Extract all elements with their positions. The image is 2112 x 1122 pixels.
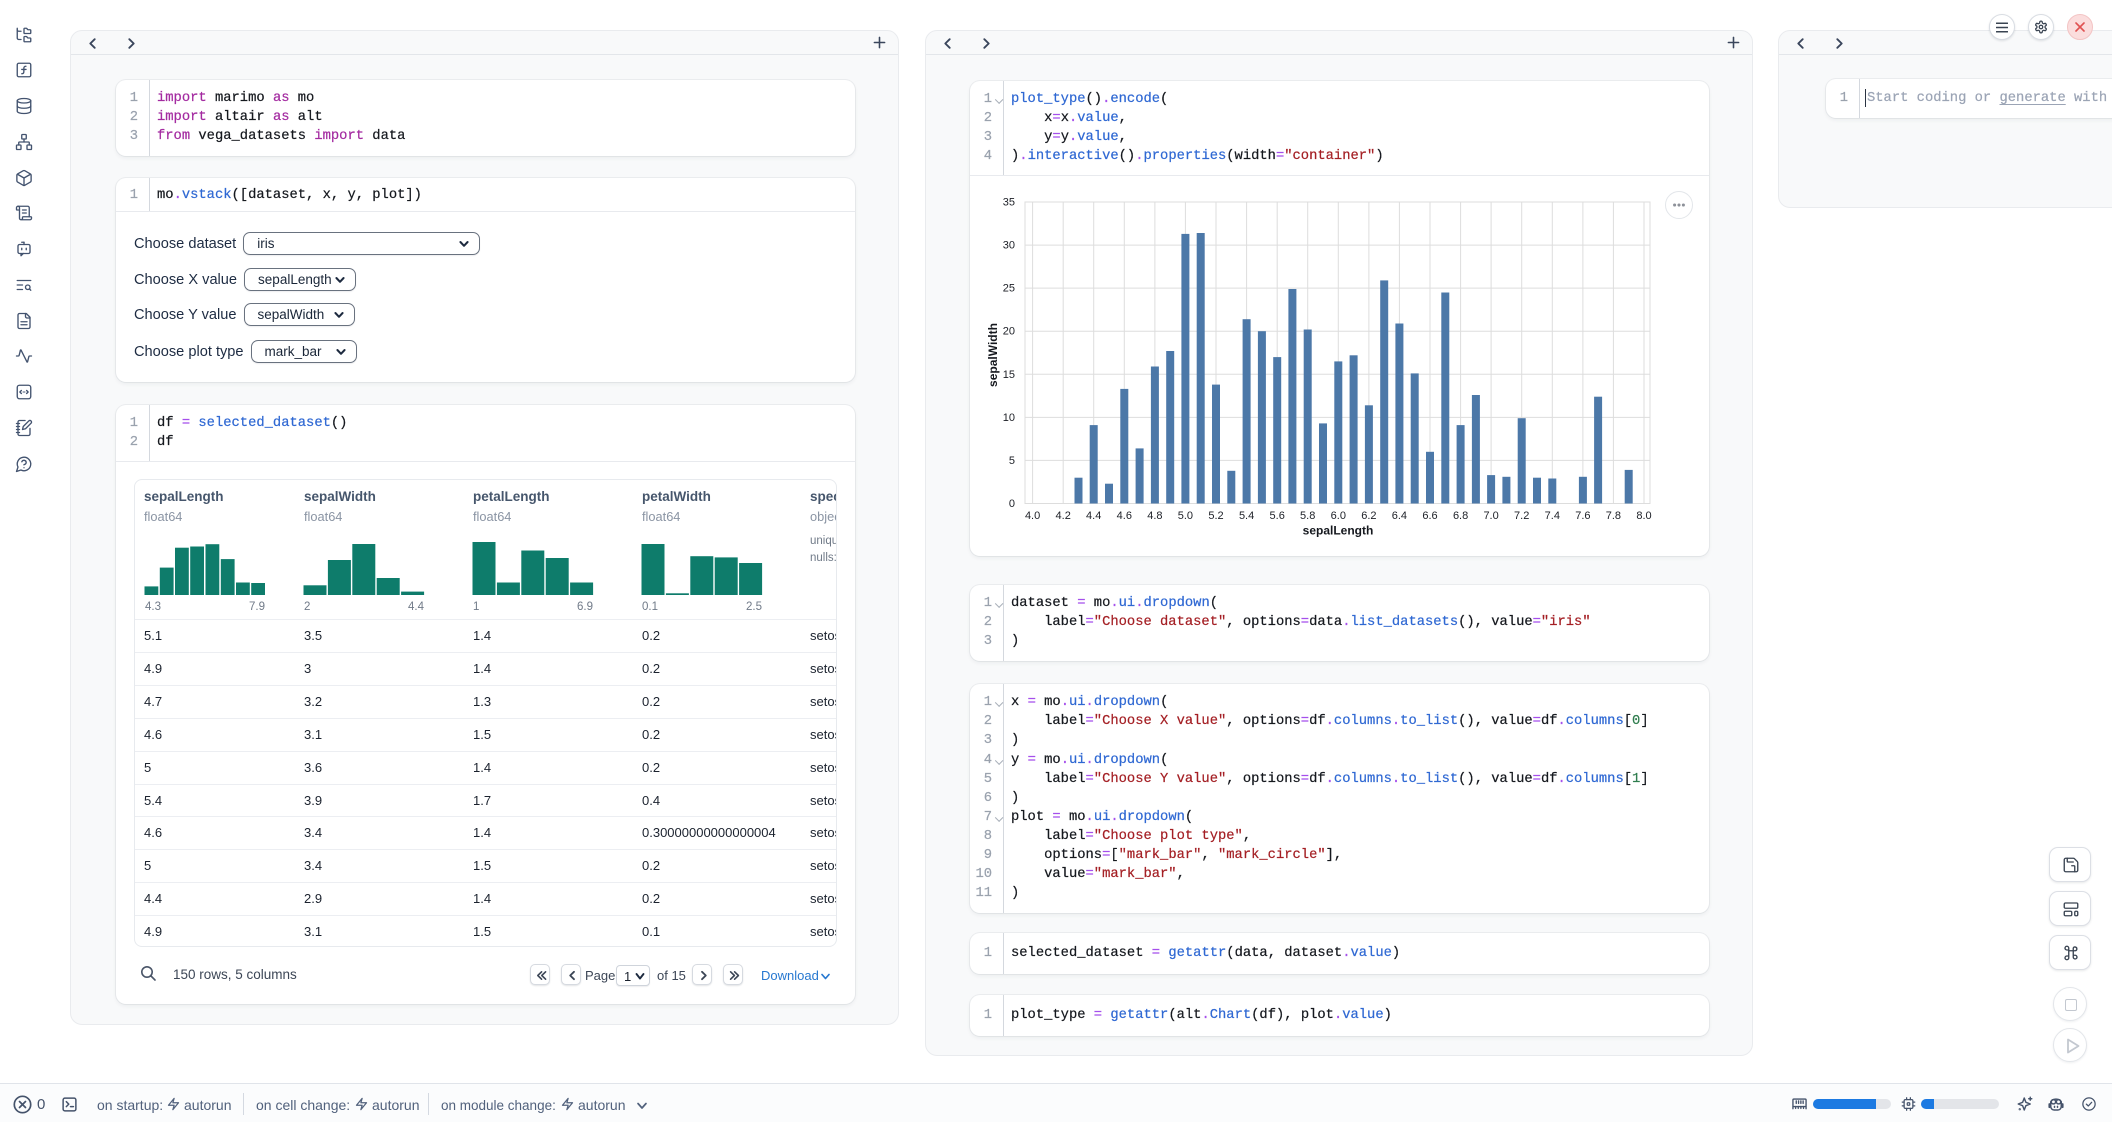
svg-text:7.2: 7.2	[1514, 510, 1529, 522]
svg-text:4.2: 4.2	[1056, 510, 1071, 522]
svg-text:35: 35	[1003, 197, 1015, 209]
svg-text:5.6: 5.6	[1270, 510, 1285, 522]
svg-text:6.6: 6.6	[1422, 510, 1437, 522]
svg-text:8.0: 8.0	[1636, 510, 1651, 522]
svg-text:6.0: 6.0	[1331, 510, 1346, 522]
svg-text:4.6: 4.6	[1117, 510, 1132, 522]
svg-text:5.2: 5.2	[1208, 510, 1223, 522]
svg-text:6.4: 6.4	[1392, 510, 1407, 522]
svg-text:sepalLength: sepalLength	[1303, 524, 1374, 538]
svg-text:20: 20	[1003, 326, 1015, 338]
svg-text:4.8: 4.8	[1147, 510, 1162, 522]
svg-text:5.0: 5.0	[1178, 510, 1193, 522]
svg-text:sepalWidth: sepalWidth	[986, 323, 1000, 387]
svg-text:7.4: 7.4	[1545, 510, 1560, 522]
svg-text:4.4: 4.4	[1086, 510, 1101, 522]
svg-text:5.8: 5.8	[1300, 510, 1315, 522]
svg-text:25: 25	[1003, 283, 1015, 295]
svg-text:7.6: 7.6	[1575, 510, 1590, 522]
svg-text:5: 5	[1009, 455, 1015, 467]
svg-text:7.0: 7.0	[1483, 510, 1498, 522]
svg-text:30: 30	[1003, 240, 1015, 252]
svg-text:7.8: 7.8	[1606, 510, 1621, 522]
svg-text:15: 15	[1003, 369, 1015, 381]
svg-text:6.8: 6.8	[1453, 510, 1468, 522]
svg-text:10: 10	[1003, 412, 1015, 424]
svg-text:5.4: 5.4	[1239, 510, 1254, 522]
svg-text:0: 0	[1009, 498, 1015, 510]
svg-text:6.2: 6.2	[1361, 510, 1376, 522]
svg-text:4.0: 4.0	[1025, 510, 1040, 522]
